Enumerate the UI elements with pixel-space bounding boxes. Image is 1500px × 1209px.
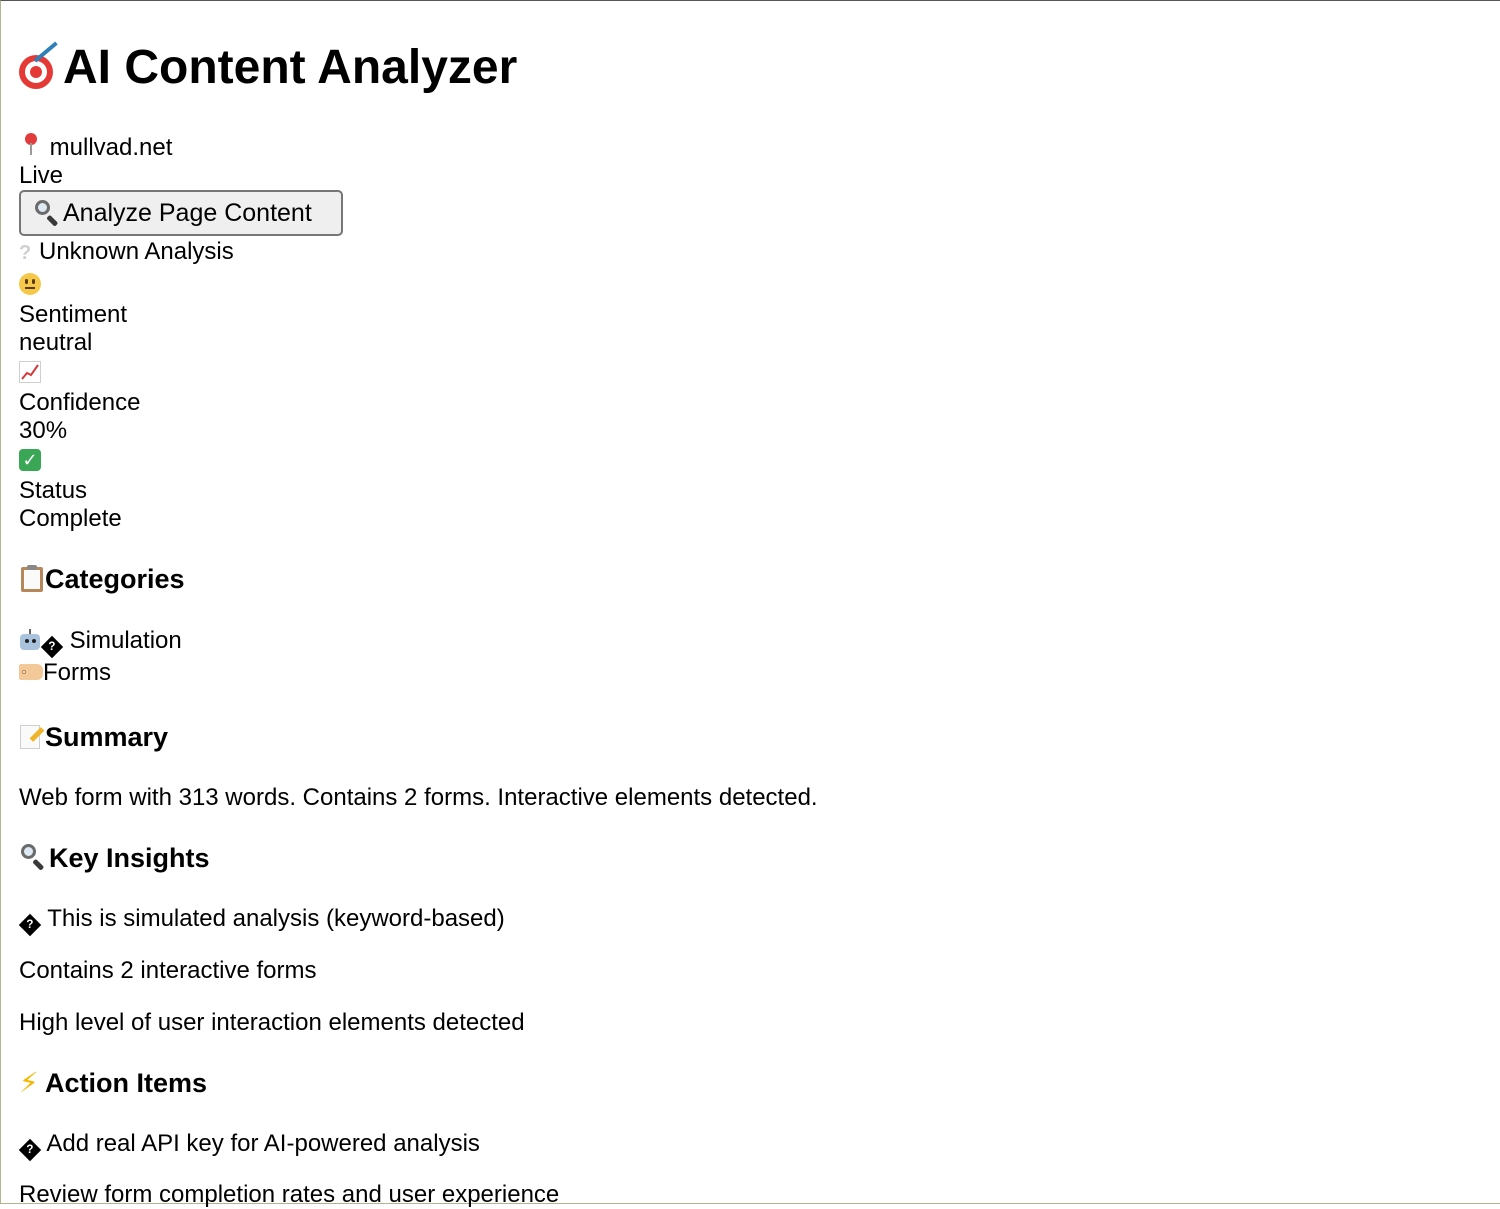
metric-label-confidence: Confidence (19, 389, 141, 416)
pin-icon (19, 131, 43, 159)
category-label-forms: Forms (43, 659, 111, 686)
metric-label-sentiment: Sentiment (19, 301, 128, 328)
summary-heading: Summary (45, 722, 169, 752)
neutral-face-icon (19, 273, 41, 295)
category-label-simulation: Simulation (69, 627, 182, 654)
replacement-char-icon: ? (18, 1138, 42, 1162)
magnifier-icon (33, 198, 63, 228)
page-title-row: AI Content Analyzer (19, 41, 517, 95)
replacement-char-icon: ? (40, 635, 64, 659)
summary-text: Web form with 313 words. Contains 2 form… (19, 784, 818, 811)
tag-icon (19, 664, 43, 680)
question-mark-icon: ? (19, 242, 32, 264)
actions-heading: Action Items (45, 1068, 208, 1098)
dart-target-icon (19, 41, 63, 89)
lightning-bolt-icon: ⚡ (19, 1067, 39, 1098)
categories-heading-row: Categories (19, 563, 185, 595)
clipboard-icon (19, 564, 45, 592)
memo-icon (19, 722, 45, 750)
actions-heading-row: ⚡ Action Items (19, 1067, 207, 1099)
insights-heading: Key Insights (49, 843, 210, 873)
sentiment-icon-wrap (19, 273, 41, 297)
metric-value-confidence: 30% (19, 417, 68, 444)
site-status: Live (19, 162, 64, 189)
insight-item: ? This is simulated analysis (keyword-ba… (18, 905, 505, 937)
action-item: ? Add real API key for AI-powered analys… (18, 1130, 480, 1162)
site-domain: mullvad.net (49, 134, 173, 161)
insight-item: High level of user interaction elements … (19, 1009, 525, 1036)
analysis-type-row: ? Unknown Analysis (19, 238, 234, 267)
category-item: ? Simulation (19, 627, 182, 659)
metric-value-status: Complete (19, 505, 122, 532)
insight-text: This is simulated analysis (keyword-base… (47, 905, 505, 932)
action-text: Add real API key for AI-powered analysis (46, 1130, 480, 1157)
page-title: AI Content Analyzer (63, 41, 518, 94)
check-mark-icon: ✓ (19, 449, 41, 471)
analyze-page-button[interactable]: Analyze Page Content (19, 190, 343, 236)
insights-heading-row: Key Insights (19, 842, 210, 874)
insight-item: Contains 2 interactive forms (19, 957, 317, 984)
category-item: Forms (19, 659, 111, 687)
confidence-icon-wrap (19, 361, 41, 388)
analyze-button-label: Analyze Page Content (63, 199, 312, 227)
status-icon-wrap: ✓ (19, 449, 41, 471)
metric-label-status: Status (19, 477, 88, 504)
categories-heading: Categories (45, 564, 185, 594)
summary-heading-row: Summary (19, 721, 168, 753)
magnifier-icon (19, 842, 49, 872)
replacement-char-icon: ? (18, 913, 42, 937)
analysis-type: Unknown Analysis (39, 238, 234, 265)
chart-increasing-icon (19, 361, 41, 383)
site-domain-row: mullvad.net (19, 131, 172, 162)
robot-icon (19, 629, 41, 651)
action-item: Review form completion rates and user ex… (19, 1181, 560, 1208)
metric-value-sentiment: neutral (19, 329, 93, 356)
analyzer-panel: AI Content Analyzer mullvad.net Live Ana… (18, 1, 1500, 1208)
